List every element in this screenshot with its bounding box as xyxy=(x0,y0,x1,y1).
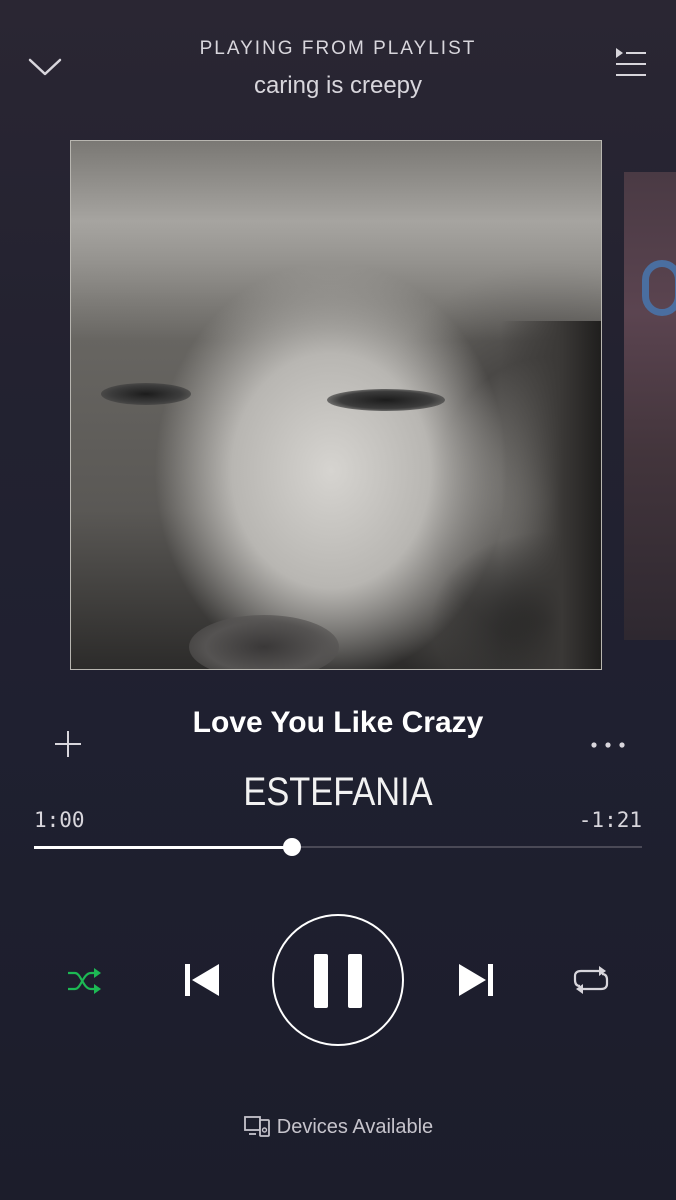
now-playing-screen: PLAYING FROM PLAYLIST caring is creepy L… xyxy=(0,0,676,1200)
pause-icon-bar-left xyxy=(314,954,328,1008)
queue-icon[interactable] xyxy=(612,46,648,80)
track-artist[interactable]: ESTEFANIA xyxy=(47,770,628,815)
album-artwork xyxy=(70,140,602,670)
artwork-shadow xyxy=(501,321,601,669)
more-dots-icon[interactable] xyxy=(588,740,628,750)
progress-bar[interactable] xyxy=(34,838,642,856)
playing-from-label: PLAYING FROM PLAYLIST xyxy=(199,38,477,59)
artwork-lips xyxy=(189,615,339,669)
devices-label: Devices Available xyxy=(276,1116,434,1138)
next-track-artwork-peek[interactable] xyxy=(624,172,676,640)
pause-button[interactable] xyxy=(272,914,404,1046)
artwork-eye-right xyxy=(327,389,445,411)
skip-next-icon[interactable] xyxy=(456,960,496,1000)
devices-available[interactable]: Devices Available xyxy=(0,1114,676,1139)
shuffle-icon[interactable] xyxy=(66,966,102,996)
playlist-name[interactable]: caring is creepy xyxy=(0,72,676,100)
pause-icon-bar-right xyxy=(348,954,362,1008)
track-title[interactable]: Love You Like Crazy xyxy=(0,706,676,740)
progress-fill xyxy=(34,845,293,849)
devices-icon xyxy=(243,1116,270,1137)
artwork-decoration xyxy=(642,260,676,316)
remaining-time: -1:21 xyxy=(578,808,642,832)
skip-previous-icon[interactable] xyxy=(182,960,222,1000)
artwork-eye-left xyxy=(101,383,191,405)
artwork-hair xyxy=(71,141,601,341)
elapsed-time: 1:00 xyxy=(34,808,85,832)
progress-thumb[interactable] xyxy=(283,838,302,856)
repeat-icon[interactable] xyxy=(572,964,610,996)
